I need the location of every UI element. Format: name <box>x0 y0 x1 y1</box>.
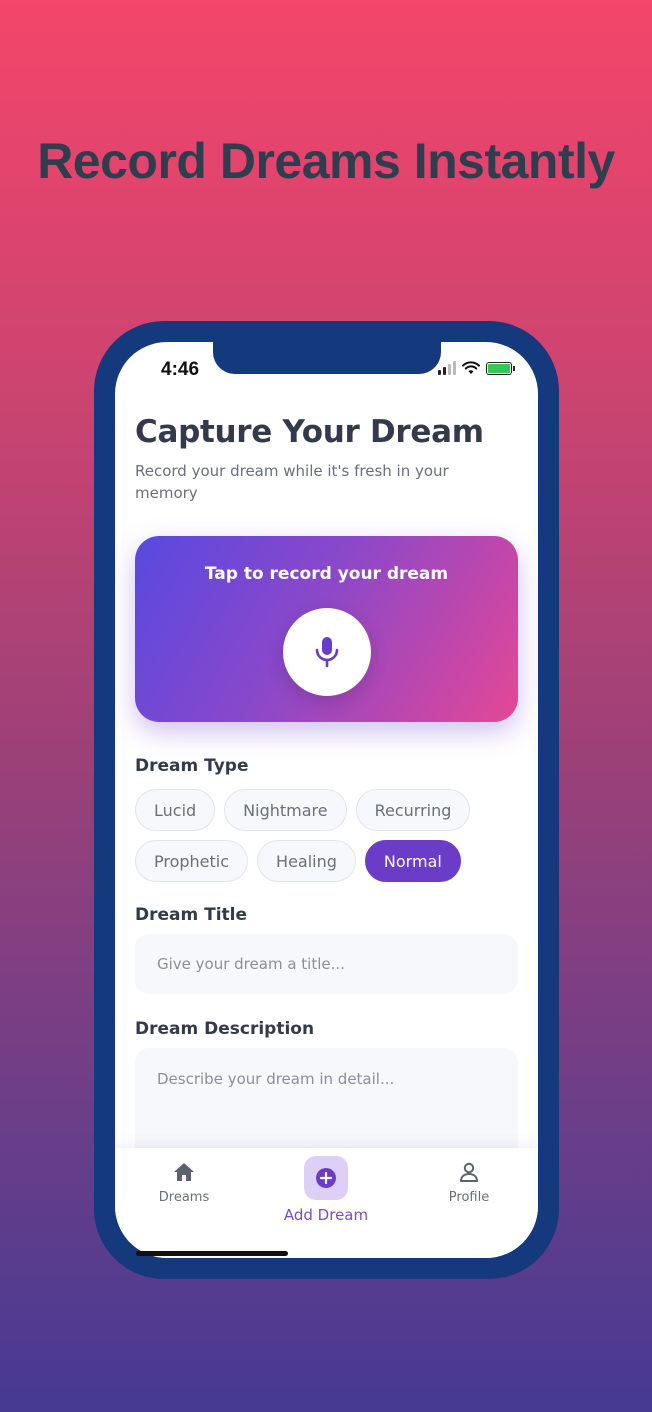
dream-description-label: Dream Description <box>135 1019 315 1039</box>
record-card[interactable]: Tap to record your dream <box>135 536 518 722</box>
status-time: 4:46 <box>161 359 200 380</box>
add-dream-icon-bg <box>304 1156 348 1200</box>
wifi-icon <box>462 361 480 374</box>
chip-healing[interactable]: Healing <box>257 840 356 882</box>
nav-item-profile[interactable]: Profile <box>409 1162 529 1205</box>
battery-icon <box>486 361 515 375</box>
chip-lucid[interactable]: Lucid <box>135 789 216 831</box>
bottom-nav: Dreams Add Dream Profile <box>115 1148 538 1258</box>
dream-type-label: Dream Type <box>135 756 249 776</box>
chip-recurring[interactable]: Recurring <box>355 789 471 831</box>
nav-label-dreams: Dreams <box>158 1190 210 1205</box>
home-indicator <box>136 1251 288 1256</box>
dream-title-label: Dream Title <box>135 905 248 925</box>
status-icons <box>438 361 515 375</box>
signal-icon <box>438 361 456 375</box>
nav-item-dreams[interactable]: Dreams <box>124 1162 244 1205</box>
nav-item-add-dream[interactable]: Add Dream <box>266 1156 386 1224</box>
dream-type-chips: Lucid Nightmare Recurring Prophetic Heal… <box>135 789 515 882</box>
nav-label-add-dream: Add Dream <box>283 1206 369 1224</box>
microphone-icon <box>315 637 339 668</box>
nav-label-profile: Profile <box>448 1190 490 1205</box>
phone-notch <box>213 342 441 374</box>
record-button[interactable] <box>283 608 371 696</box>
chip-prophetic[interactable]: Prophetic <box>135 840 249 882</box>
person-icon <box>460 1162 478 1182</box>
home-icon <box>174 1163 194 1181</box>
promo-headline: Record Dreams Instantly <box>37 133 615 189</box>
page-subtitle: Record your dream while it's fresh in yo… <box>135 462 449 502</box>
plus-circle-icon <box>316 1168 336 1188</box>
chip-normal[interactable]: Normal <box>364 840 461 882</box>
record-label: Tap to record your dream <box>204 564 449 584</box>
dream-title-input[interactable]: Give your dream a title... <box>135 934 518 994</box>
page-title: Capture Your Dream <box>135 414 484 450</box>
chip-nightmare[interactable]: Nightmare <box>224 789 347 831</box>
phone-screen: 4:46 Capture Your Dream Record your drea… <box>115 342 538 1258</box>
